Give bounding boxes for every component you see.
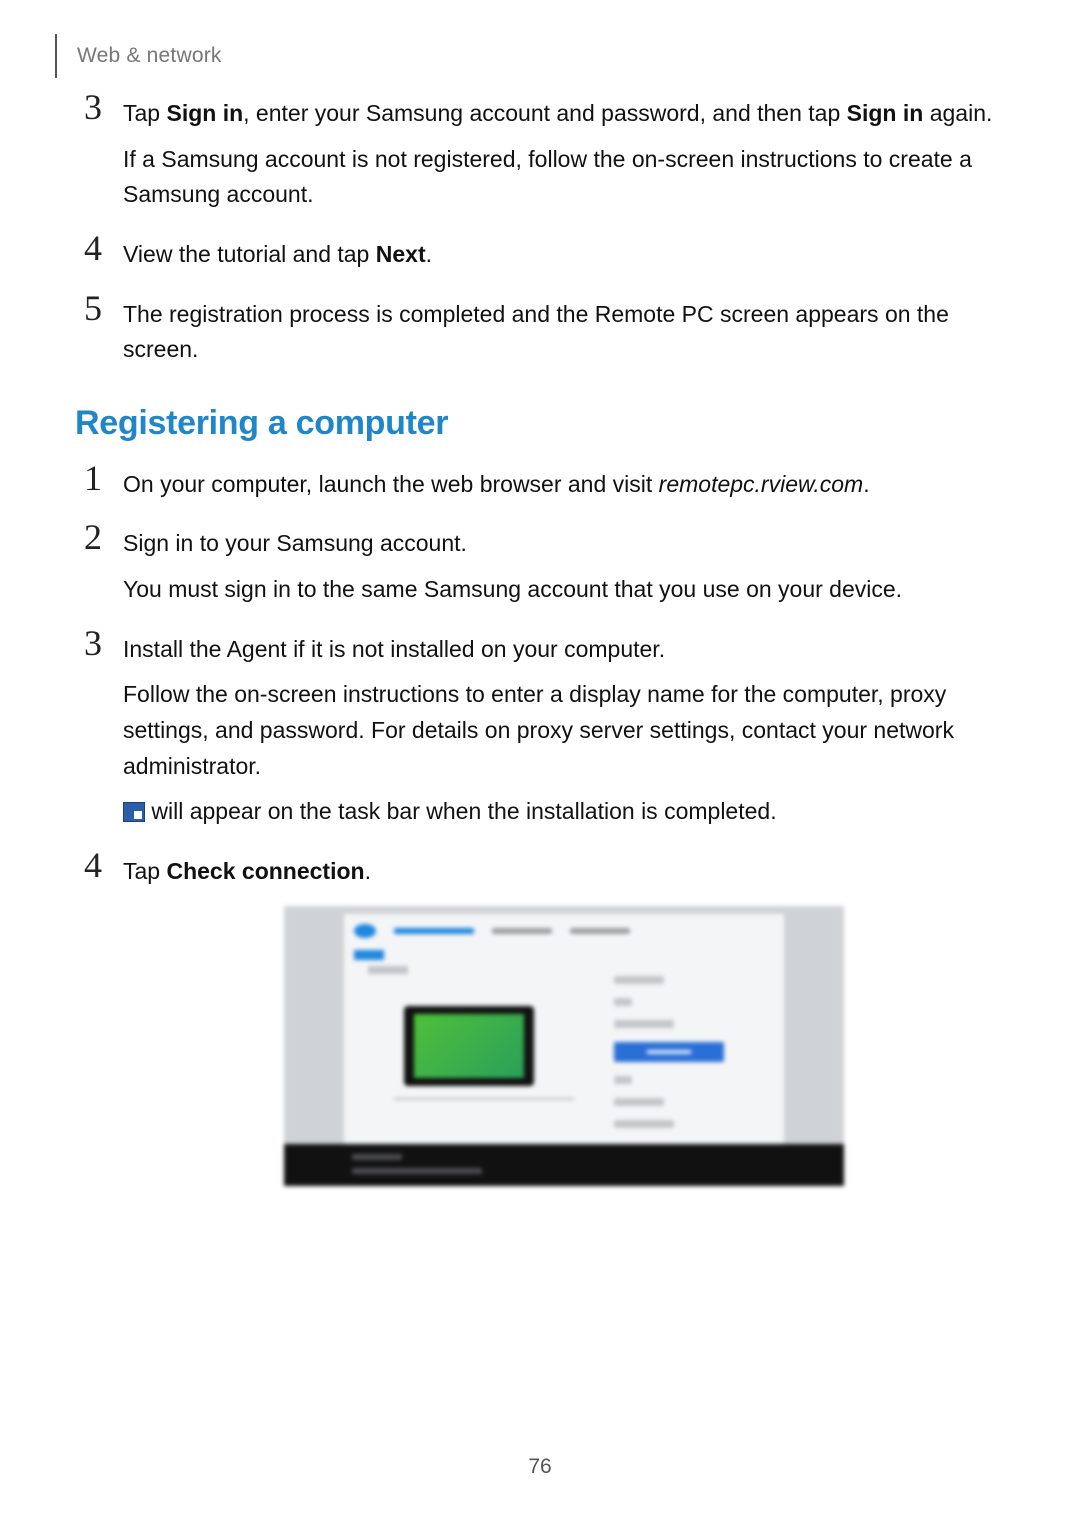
text: On your computer, launch the web browser… (123, 471, 659, 497)
page-number: 76 (0, 1455, 1080, 1479)
step-text: Follow the on-screen instructions to ent… (123, 677, 1005, 784)
step-text: You must sign in to the same Samsung acc… (123, 572, 1005, 608)
step-text: Sign in to your Samsung account. (123, 526, 1005, 562)
step-number: 4 (75, 227, 111, 269)
text: will appear on the task bar when the ins… (145, 798, 777, 824)
step-b1: 1 On your computer, launch the web brows… (75, 467, 1005, 503)
text-bold: Check connection (166, 858, 364, 884)
text: . (426, 241, 432, 267)
step-number: 2 (75, 516, 111, 558)
step-text: If a Samsung account is not registered, … (123, 142, 1005, 213)
step-number: 1 (75, 457, 111, 499)
step-4: 4 View the tutorial and tap Next. (75, 237, 1005, 273)
text: View the tutorial and tap (123, 241, 376, 267)
screenshot-container (123, 906, 1005, 1186)
agent-taskbar-icon (123, 802, 145, 822)
text-bold: Next (376, 241, 426, 267)
step-text: will appear on the task bar when the ins… (123, 794, 1005, 830)
step-number: 4 (75, 844, 111, 886)
page-header: Web & network (55, 34, 222, 78)
step-text: Install the Agent if it is not installed… (123, 632, 1005, 668)
step-b3: 3 Install the Agent if it is not install… (75, 632, 1005, 830)
step-5: 5 The registration process is completed … (75, 297, 1005, 368)
step-text: On your computer, launch the web browser… (123, 467, 1005, 503)
text: Tap (123, 858, 166, 884)
step-text: The registration process is completed an… (123, 297, 1005, 368)
page-content: 3 Tap Sign in, enter your Samsung accoun… (75, 96, 1005, 1210)
text: , enter your Samsung account and passwor… (243, 100, 847, 126)
step-number: 5 (75, 287, 111, 329)
steps-registering: 1 On your computer, launch the web brows… (75, 467, 1005, 1186)
step-number: 3 (75, 86, 111, 128)
remotepc-screenshot (284, 906, 844, 1186)
text: . (863, 471, 869, 497)
steps-continued: 3 Tap Sign in, enter your Samsung accoun… (75, 96, 1005, 368)
text-italic: remotepc.rview.com (659, 471, 864, 497)
step-text: View the tutorial and tap Next. (123, 237, 1005, 273)
text: Tap (123, 100, 166, 126)
section-heading: Registering a computer (75, 404, 1005, 443)
breadcrumb: Web & network (77, 44, 222, 68)
text-bold: Sign in (847, 100, 924, 126)
step-3: 3 Tap Sign in, enter your Samsung accoun… (75, 96, 1005, 213)
header-rule (55, 34, 57, 78)
text: again. (923, 100, 992, 126)
step-b2: 2 Sign in to your Samsung account. You m… (75, 526, 1005, 607)
text: . (365, 858, 371, 884)
step-number: 3 (75, 622, 111, 664)
step-b4: 4 Tap Check connection. (75, 854, 1005, 1186)
step-text: Tap Check connection. (123, 854, 1005, 890)
text-bold: Sign in (166, 100, 243, 126)
step-text: Tap Sign in, enter your Samsung account … (123, 96, 1005, 132)
